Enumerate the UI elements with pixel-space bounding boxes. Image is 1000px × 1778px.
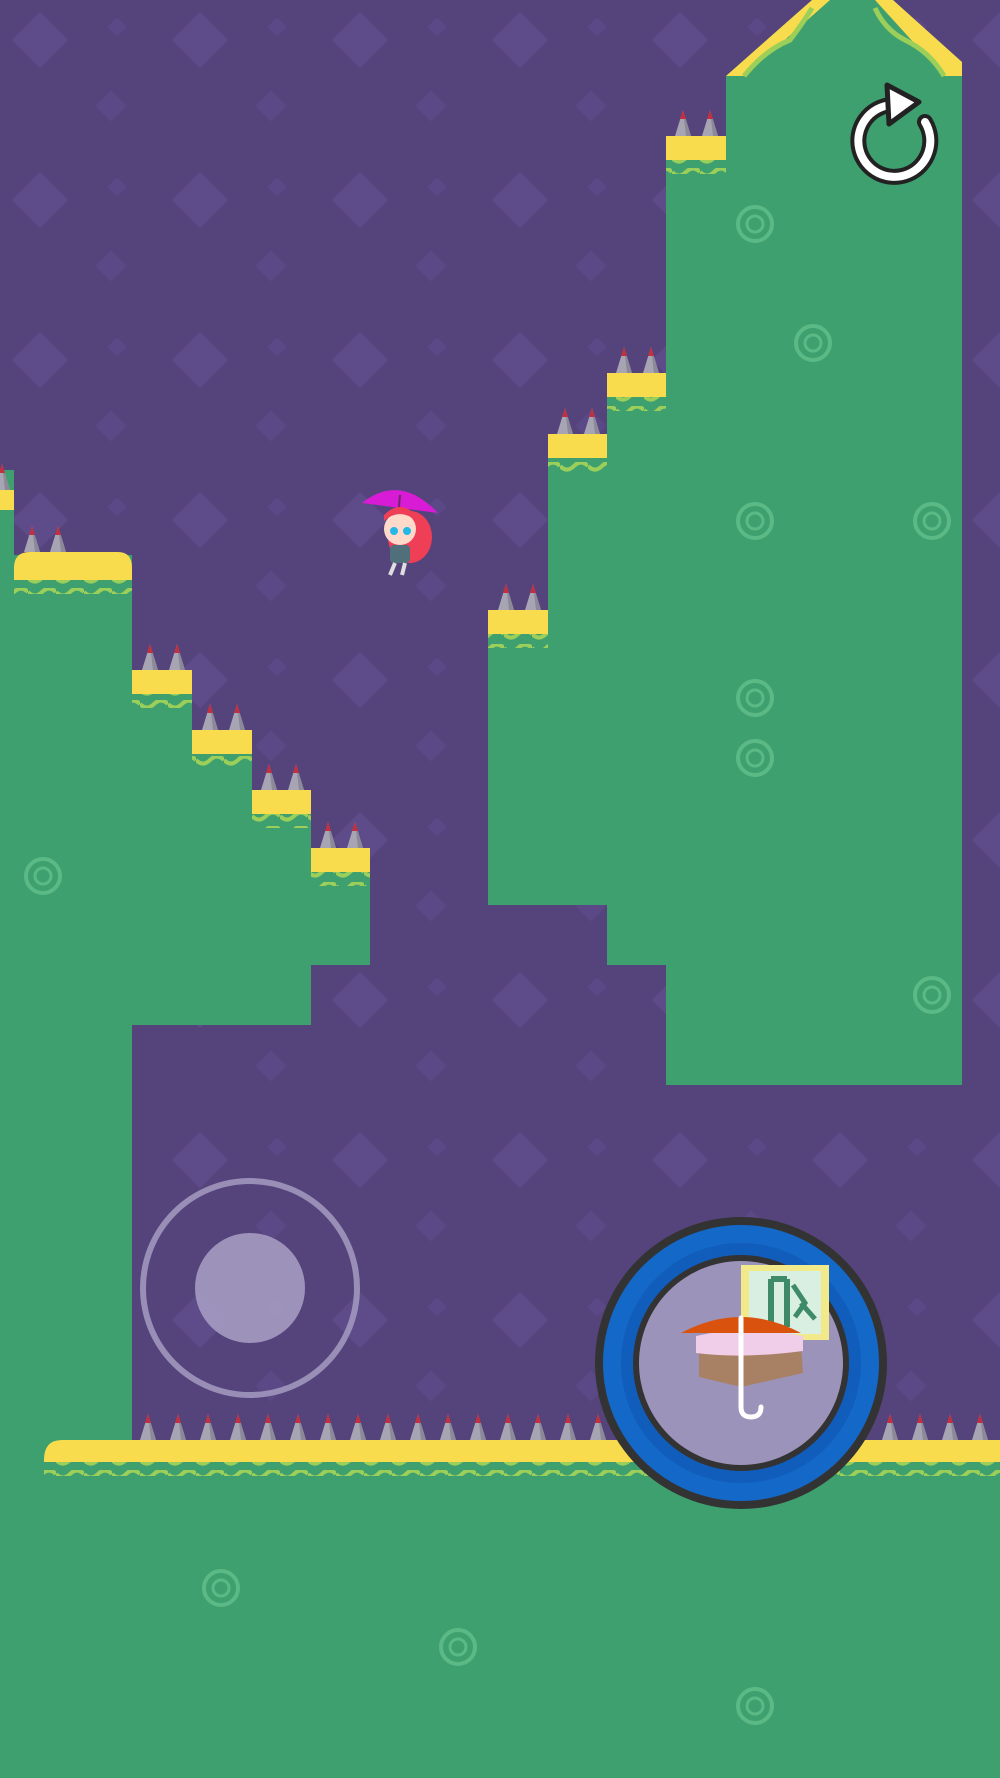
umbrella-action-button[interactable] (595, 1217, 887, 1509)
joystick-knob[interactable] (195, 1233, 305, 1343)
game-stage (0, 0, 1000, 1778)
floor-terrain (0, 1440, 1000, 1778)
